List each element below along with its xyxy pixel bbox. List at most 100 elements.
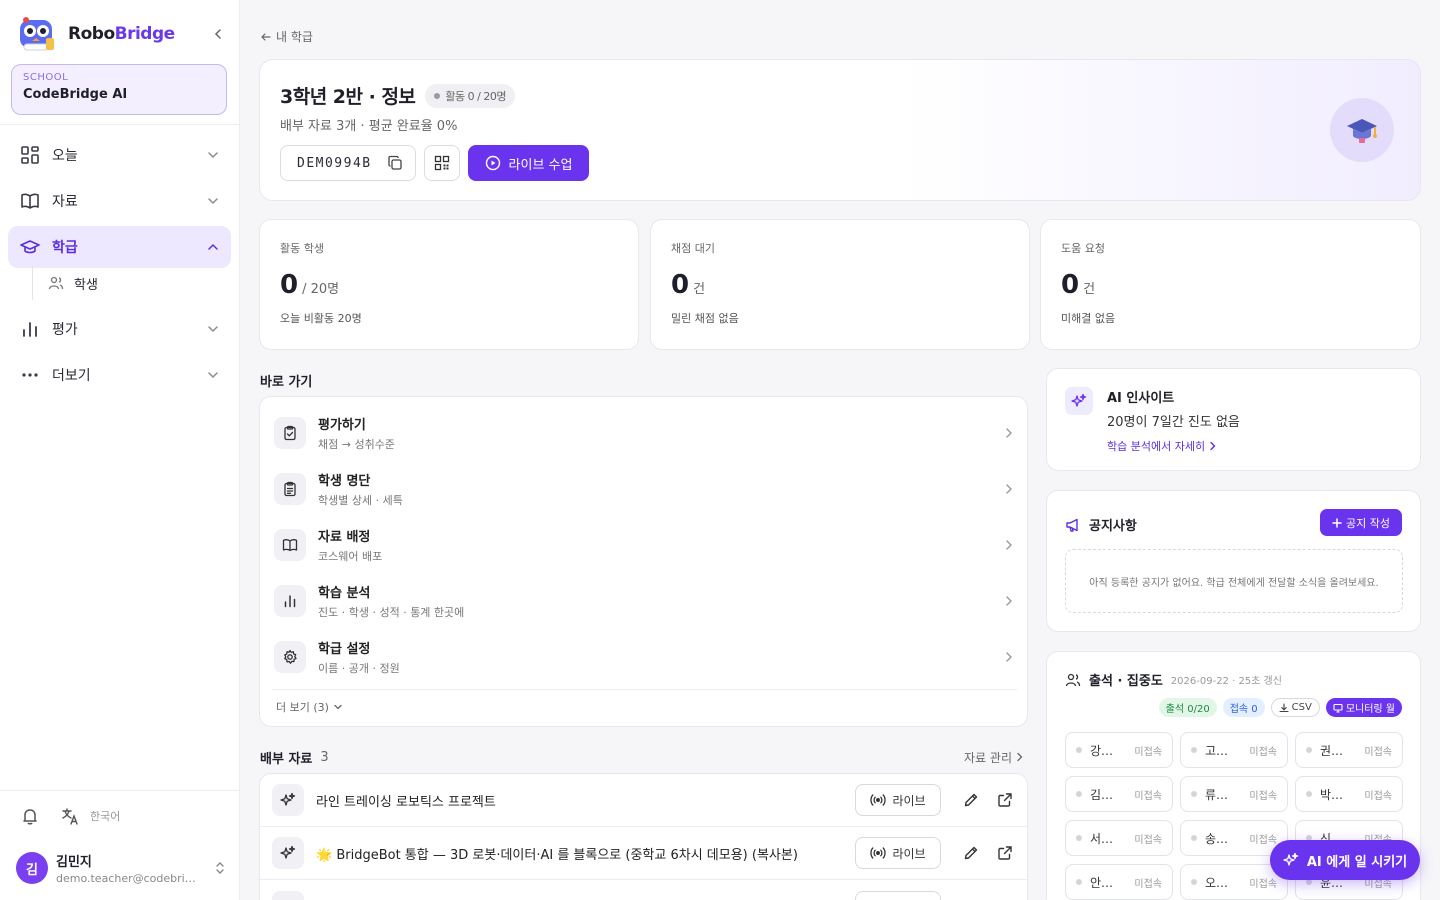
nav-item-today[interactable]: 오늘	[8, 134, 231, 176]
material-live-button[interactable]: 라이브	[855, 784, 941, 816]
status-dot	[1191, 791, 1197, 797]
student-seat[interactable]: 서… 미접속	[1065, 820, 1173, 856]
nav-item-assessment[interactable]: 평가	[8, 308, 231, 350]
student-seat[interactable]: 김… 미접속	[1065, 776, 1173, 812]
quick-link-roster[interactable]: 학생 명단 학생별 상세 · 세특	[274, 463, 1014, 515]
student-seat[interactable]: 류… 미접속	[1180, 776, 1288, 812]
stat-help-requests: 도움 요청 0건 미해결 없음	[1040, 219, 1421, 350]
attendance-count-badge: 출석 0/20	[1158, 698, 1217, 717]
nav-sub-label: 학생	[74, 277, 98, 293]
quick-link-title: 학생 명단	[318, 474, 371, 489]
avatar: 김	[16, 852, 48, 884]
school-switcher[interactable]: SCHOOL CodeBridge AI	[11, 64, 227, 115]
status-dot	[1306, 747, 1312, 753]
edit-material-button[interactable]	[959, 895, 983, 900]
external-link-icon	[998, 846, 1012, 860]
ai-insight-message: 20명이 7일간 진도 없음	[1107, 415, 1240, 430]
quick-link-assess[interactable]: 평가하기 채점 → 성취수준	[274, 407, 1014, 459]
student-status: 미접속	[1134, 878, 1162, 890]
school-label: SCHOOL	[23, 72, 69, 83]
stat-value: 0건	[1061, 270, 1400, 300]
export-csv-button[interactable]: CSV	[1270, 698, 1320, 717]
student-seat[interactable]: 고… 미접속	[1180, 732, 1288, 768]
nav-label: 평가	[52, 322, 78, 338]
nav-subitem-students[interactable]: 학생	[8, 266, 231, 300]
more-horizontal-icon	[22, 373, 38, 377]
quick-link-settings[interactable]: 학급 설정 이름 · 공개 · 정원	[274, 631, 1014, 683]
broadcast-icon	[870, 794, 887, 806]
monitoring-label: 모니터링 월	[1345, 704, 1395, 715]
manage-materials-link[interactable]: 자료 관리	[964, 749, 1024, 766]
sparkles-icon	[1065, 387, 1093, 415]
student-name: 오…	[1205, 875, 1229, 890]
nav-item-more[interactable]: 더보기	[8, 354, 231, 396]
collapse-sidebar-button[interactable]	[208, 24, 228, 44]
chevron-down-icon	[208, 152, 218, 159]
status-dot	[1076, 835, 1082, 841]
ai-insight-card: AI 인사이트 20명이 7일간 진도 없음 학습 분석에서 자세히	[1046, 368, 1421, 471]
nav-item-class[interactable]: 학급	[8, 226, 231, 268]
stat-active-students: 활동 학생 0/ 20명 오늘 비활동 20명	[259, 219, 639, 350]
ai-insight-title: AI 인사이트	[1107, 391, 1175, 406]
student-name: 송…	[1205, 831, 1229, 846]
quick-links-title: 바로 가기	[260, 375, 313, 390]
chevron-up-icon	[208, 243, 218, 250]
stat-footnote: 밀린 채점 없음	[671, 312, 739, 325]
quick-link-assign[interactable]: 자료 배정 코스웨어 배포	[274, 519, 1014, 571]
student-status: 미접속	[1249, 746, 1277, 758]
manage-materials-label: 자료 관리	[964, 750, 1012, 765]
live-class-button[interactable]: 라이브 수업	[468, 145, 589, 181]
quick-links-more-button[interactable]: 더 보기 (3)	[276, 699, 343, 715]
back-link[interactable]: 내 학급	[260, 28, 313, 45]
status-dot	[1191, 747, 1197, 753]
class-code-copy[interactable]: DEM0994B	[280, 145, 416, 181]
student-seat[interactable]: 권… 미접속	[1295, 732, 1403, 768]
material-row[interactable]: 라인 트레이싱 로보틱스 프로젝트 라이브	[260, 774, 1027, 827]
nav-label: 더보기	[52, 368, 91, 384]
user-menu[interactable]: 김 김민지 demo.teacher@codebridge.ai	[16, 848, 226, 888]
open-material-button[interactable]	[993, 788, 1017, 812]
user-email: demo.teacher@codebridge.ai	[56, 872, 200, 885]
plus-icon	[1332, 517, 1342, 528]
ai-assistant-button[interactable]: AI 에게 일 시키기	[1270, 840, 1420, 880]
ai-insight-link[interactable]: 학습 분석에서 자세히	[1107, 438, 1217, 454]
student-seat[interactable]: 박… 미접속	[1295, 776, 1403, 812]
chevron-left-icon	[214, 29, 221, 39]
open-material-button[interactable]	[993, 895, 1017, 900]
edit-material-button[interactable]	[959, 788, 983, 812]
language-button[interactable]: 한국어	[60, 806, 120, 826]
nav-item-materials[interactable]: 자료	[8, 180, 231, 222]
sidebar-tools: 한국어	[20, 806, 120, 826]
material-live-button[interactable]	[855, 890, 941, 900]
chevron-down-icon	[208, 326, 218, 333]
quick-link-text: 학급 설정 이름 · 공개 · 정원	[318, 638, 400, 676]
stat-footnote: 미해결 없음	[1061, 312, 1116, 325]
material-row[interactable]	[260, 880, 1027, 900]
stat-label: 도움 요청	[1061, 242, 1105, 255]
edit-material-button[interactable]	[959, 841, 983, 865]
brand-row: RoboBridge	[16, 14, 228, 54]
monitoring-button[interactable]: 모니터링 월	[1325, 698, 1402, 717]
quick-link-subtitle: 진도 · 학생 · 성적 · 통계 한곳에	[318, 606, 465, 619]
quick-link-analytics[interactable]: 학습 분석 진도 · 학생 · 성적 · 통계 한곳에	[274, 575, 1014, 627]
stat-footnote: 오늘 비활동 20명	[280, 312, 362, 325]
student-seat[interactable]: 안… 미접속	[1065, 864, 1173, 900]
chevron-down-icon	[208, 198, 218, 205]
notice-title: 공지사항	[1089, 519, 1137, 534]
divider	[272, 689, 1017, 690]
chevron-down-icon	[208, 372, 218, 379]
brand-name: RoboBridge	[68, 24, 175, 44]
student-status: 미접속	[1134, 834, 1162, 846]
write-notice-button[interactable]: 공지 작성	[1320, 509, 1402, 536]
sidebar: RoboBridge SCHOOL CodeBridge AI 오늘 자료 학급…	[0, 0, 240, 900]
qr-code-button[interactable]	[424, 145, 460, 181]
open-material-button[interactable]	[993, 841, 1017, 865]
live-class-label: 라이브 수업	[508, 157, 573, 173]
material-live-button[interactable]: 라이브	[855, 837, 941, 869]
notifications-button[interactable]	[20, 806, 40, 826]
stat-unit: 건	[1083, 282, 1096, 297]
student-seat[interactable]: 강… 미접속	[1065, 732, 1173, 768]
stat-unit: / 20명	[302, 282, 340, 297]
material-row[interactable]: 🌟 BridgeBot 통합 — 3D 로봇·데이터·AI 를 블록으로 (중학…	[260, 827, 1027, 880]
play-circle-icon	[485, 155, 500, 171]
